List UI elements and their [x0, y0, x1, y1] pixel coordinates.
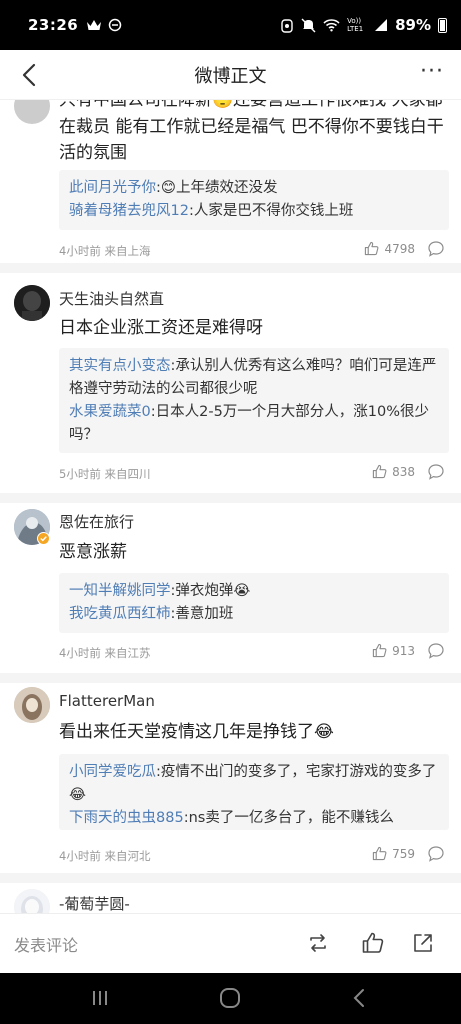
- like-button[interactable]: 838: [372, 464, 415, 479]
- reply-username[interactable]: 一知半解姚同学: [69, 583, 171, 599]
- reply-username[interactable]: 水果爱蔬菜0: [69, 404, 151, 420]
- battery-icon: [438, 17, 447, 33]
- reply-line: 水果爱蔬菜0:日本人2-5万一个月大部分人，涨10%很少吗？: [69, 401, 439, 447]
- like-button[interactable]: 759: [372, 846, 415, 861]
- signal-icon: [375, 19, 388, 31]
- divider: [0, 873, 461, 883]
- reply-line: 一知半解姚同学:弹衣炮弹😭: [69, 580, 439, 603]
- reply-username[interactable]: 骑着母猪去兜风12: [69, 203, 189, 219]
- comment-username[interactable]: 恩佐在旅行: [59, 511, 134, 532]
- comment-bubble-icon[interactable]: [427, 463, 445, 481]
- comment-item: 天生油头自然直 日本企业涨工资还是难得呀 其实有点小变态:承认别人优秀有这么难吗…: [0, 273, 461, 493]
- comment-feed[interactable]: 只有中国公司在降薪🙄还要营造工作很难找 大家都在裁员 能有工作就已经是福气 巴不…: [0, 100, 461, 913]
- like-count: 4798: [384, 241, 415, 256]
- reply-box[interactable]: 一知半解姚同学:弹衣炮弹😭 我吃黄瓜西红柿:善意加班: [59, 573, 449, 633]
- reply-box[interactable]: 此间月光予你:😊上年绩效还没发 骑着母猪去兜风12:人家是巴不得你交钱上班: [59, 170, 449, 230]
- like-icon[interactable]: [361, 931, 385, 955]
- comment-text: 只有中国公司在降薪🙄还要营造工作很难找 大家都在裁员 能有工作就已经是福气 巴不…: [59, 100, 444, 163]
- comment-text: 看出来任天堂疫情这几年是挣钱了😂: [59, 722, 334, 742]
- thumbs-up-icon: [372, 464, 387, 479]
- reply-text: :😊上年绩效还没发: [156, 180, 278, 196]
- verified-badge-icon: [37, 532, 50, 545]
- reply-username[interactable]: 此间月光予你: [69, 180, 156, 196]
- reply-line: 此间月光予你:😊上年绩效还没发: [69, 177, 439, 200]
- comment-item: FlattererMan 看出来任天堂疫情这几年是挣钱了😂 小同学爱吃瓜:疫情不…: [0, 683, 461, 883]
- home-icon[interactable]: [218, 987, 242, 1009]
- comment-username[interactable]: -葡萄芋圆-: [59, 893, 130, 913]
- comment-input[interactable]: 发表评论: [14, 932, 78, 956]
- comment-meta: 4小时前 来自江苏: [59, 646, 151, 660]
- back-button[interactable]: [14, 60, 44, 90]
- mute-icon: [301, 18, 316, 32]
- like-button[interactable]: 4798: [364, 241, 415, 256]
- comment-bubble-icon[interactable]: [427, 240, 445, 258]
- divider: [0, 673, 461, 683]
- reply-line: 我吃黄瓜西红柿:善意加班: [69, 603, 439, 626]
- avatar[interactable]: [14, 100, 50, 124]
- status-bar: 23:26 Vo)) LTE1 89%: [0, 0, 461, 50]
- comment-bubble-icon[interactable]: [427, 642, 445, 660]
- bottom-action-bar: 发表评论: [0, 913, 461, 973]
- reply-box[interactable]: 其实有点小变态:承认别人优秀有这么难吗？咱们可是连严格遵守劳动法的公司都很少呢 …: [59, 348, 449, 453]
- reply-username[interactable]: 下雨天的虫虫885: [69, 810, 184, 826]
- battery-percent: 89%: [395, 16, 431, 34]
- avatar[interactable]: [14, 889, 50, 913]
- reply-text: :善意加班: [170, 606, 234, 622]
- comment-meta: 5小时前 来自四川: [59, 467, 151, 481]
- reply-line: 小同学爱吃瓜:疫情不出门的变多了，宅家打游戏的变多了😂: [69, 761, 439, 807]
- reply-username[interactable]: 小同学爱吃瓜: [69, 764, 156, 780]
- repost-icon[interactable]: [306, 931, 330, 955]
- avatar[interactable]: [14, 285, 50, 321]
- thumbs-up-icon: [372, 643, 387, 658]
- reply-line: 骑着母猪去兜风12:人家是巴不得你交钱上班: [69, 200, 439, 223]
- comment-text: 日本企业涨工资还是难得呀: [59, 318, 263, 338]
- more-options-button[interactable]: ···: [417, 60, 447, 90]
- divider: [0, 493, 461, 503]
- comment-username[interactable]: FlattererMan: [59, 692, 155, 710]
- crown-icon: [87, 20, 102, 30]
- like-count: 913: [392, 643, 415, 658]
- back-nav-icon[interactable]: [348, 987, 372, 1009]
- avatar-image: [14, 889, 50, 913]
- divider: [0, 263, 461, 273]
- reply-line: 下雨天的虫虫885:ns卖了一亿多台了，能不赚钱么: [69, 807, 439, 830]
- thumbs-up-icon: [372, 846, 387, 861]
- reply-line: 其实有点小变态:承认别人优秀有这么难吗？咱们可是连严格遵守劳动法的公司都很少呢: [69, 355, 439, 401]
- status-time: 23:26: [28, 16, 79, 34]
- comment-meta: 4小时前 来自上海: [59, 244, 151, 258]
- share-icon[interactable]: [411, 931, 435, 955]
- comment-text: 恶意涨薪: [59, 542, 127, 562]
- system-nav-bar: [0, 973, 461, 1024]
- recent-apps-icon[interactable]: [88, 987, 112, 1009]
- reply-text: :弹衣炮弹😭: [170, 583, 251, 599]
- volte-indicator: Vo)) LTE1: [347, 17, 364, 33]
- avatar[interactable]: [14, 687, 50, 723]
- minus-circle-icon: [109, 18, 122, 32]
- wifi-icon: [323, 19, 340, 32]
- comment-bubble-icon[interactable]: [427, 845, 445, 863]
- comment-item: -葡萄芋圆-: [0, 883, 461, 913]
- comment-item: 恩佐在旅行 恶意涨薪 一知半解姚同学:弹衣炮弹😭 我吃黄瓜西红柿:善意加班 4小…: [0, 503, 461, 683]
- reply-text: :人家是巴不得你交钱上班: [188, 203, 354, 219]
- avatar-image: [14, 687, 50, 723]
- chevron-left-icon: [22, 63, 36, 87]
- like-button[interactable]: 913: [372, 643, 415, 658]
- page-title: 微博正文: [194, 65, 267, 87]
- thumbs-up-icon: [365, 241, 379, 256]
- alarm-icon: [281, 18, 293, 33]
- reply-box[interactable]: 小同学爱吃瓜:疫情不出门的变多了，宅家打游戏的变多了😂 下雨天的虫虫885:ns…: [59, 754, 449, 830]
- avatar-image: [14, 285, 50, 321]
- like-count: 759: [392, 846, 415, 861]
- top-nav-bar: 微博正文 ···: [0, 50, 461, 100]
- reply-username[interactable]: 其实有点小变态: [69, 358, 171, 374]
- comment-meta: 4小时前 来自河北: [59, 849, 151, 863]
- reply-username[interactable]: 我吃黄瓜西红柿: [69, 606, 171, 622]
- reply-text: :ns卖了一亿多台了，能不赚钱么: [183, 810, 394, 826]
- comment-username[interactable]: 天生油头自然直: [59, 288, 164, 309]
- like-count: 838: [392, 464, 415, 479]
